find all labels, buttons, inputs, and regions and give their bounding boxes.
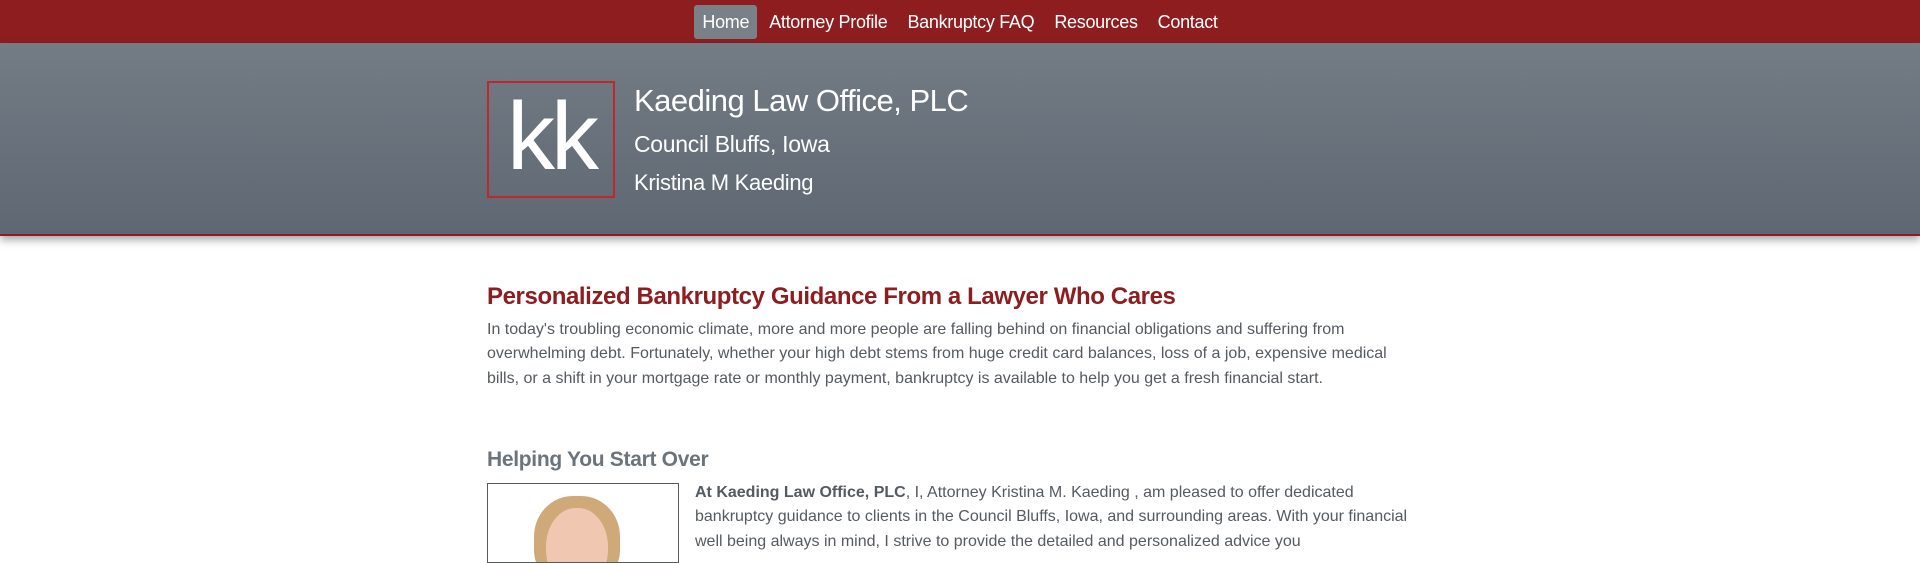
section-heading: Helping You Start Over (487, 448, 709, 471)
nav-attorney-profile-link[interactable]: Attorney Profile (761, 5, 895, 39)
attorney-name: Kristina M Kaeding (634, 170, 814, 195)
nav-resources-link[interactable]: Resources (1046, 5, 1145, 39)
main-navigation: Home Attorney Profile Bankruptcy FAQ Res… (0, 0, 1920, 43)
attorney-photo (487, 483, 679, 563)
bio-paragraph: At Kaeding Law Office, PLC, I, Attorney … (695, 481, 1417, 554)
main-content: Personalized Bankruptcy Guidance From a … (487, 282, 1417, 391)
firm-location: Council Bluffs, Iowa (634, 131, 830, 157)
nav-contact-link[interactable]: Contact (1150, 5, 1226, 39)
nav-bankruptcy-faq-link[interactable]: Bankruptcy FAQ (899, 5, 1042, 39)
bio-firm-name: At Kaeding Law Office, PLC (695, 484, 906, 501)
intro-paragraph: In today's troubling economic climate, m… (487, 321, 1387, 387)
page-heading: Personalized Bankruptcy Guidance From a … (487, 283, 1176, 310)
nav-home-link[interactable]: Home (694, 4, 758, 39)
firm-name: Kaeding Law Office, PLC (634, 83, 969, 118)
firm-logo[interactable]: kk (487, 81, 615, 198)
logo-monogram: kk (507, 82, 599, 190)
site-header-banner: kk Kaeding Law Office, PLC Council Bluff… (0, 43, 1920, 236)
